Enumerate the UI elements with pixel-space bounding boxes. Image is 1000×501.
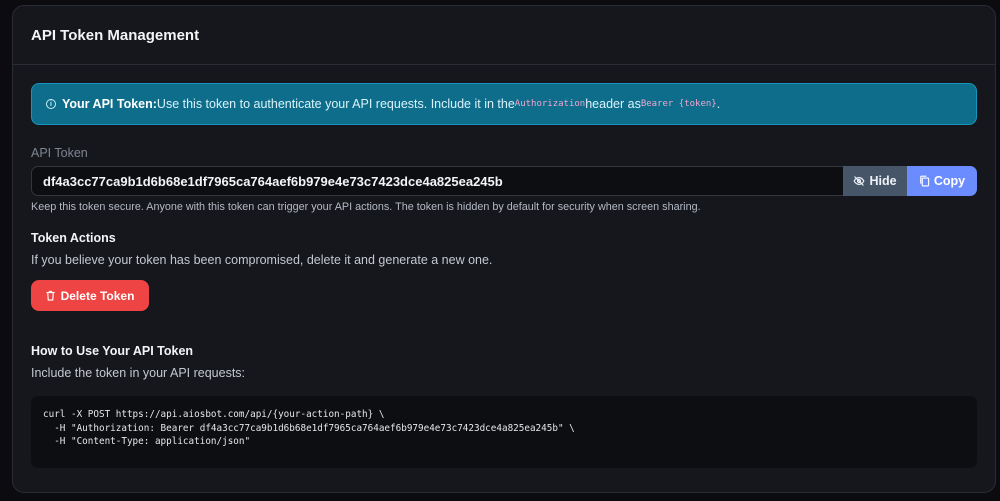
alert-text-middle: header as: [585, 97, 641, 111]
code-line: -H "Content-Type: application/json": [43, 436, 251, 447]
delete-button-label: Delete Token: [60, 288, 135, 303]
alert-lead: Your API Token:: [62, 97, 157, 111]
api-token-label: API Token: [31, 146, 88, 160]
usage-section: How to Use Your API Token Include the to…: [31, 344, 977, 468]
token-input-group: Hide Copy: [31, 166, 977, 196]
card-header: API Token Management: [13, 6, 995, 65]
usage-title: How to Use Your API Token: [31, 344, 194, 358]
eye-slash-icon: [853, 175, 866, 187]
code-line: -H "Authorization: Bearer df4a3cc77ca9b1…: [43, 422, 575, 434]
copy-button-label: Copy: [933, 174, 966, 188]
copy-icon: [919, 175, 930, 187]
delete-token-button[interactable]: Delete Token: [31, 280, 149, 311]
api-token-input[interactable]: [31, 166, 843, 196]
code-line: curl -X POST https://api.aiosbot.com/api…: [43, 409, 385, 420]
hide-token-button[interactable]: Hide: [843, 166, 907, 196]
curl-example-code: curl -X POST https://api.aiosbot.com/api…: [31, 396, 977, 468]
token-actions-description: If you believe your token has been compr…: [31, 253, 493, 267]
bearer-code: Bearer {token}: [640, 99, 717, 109]
alert-text-before: Use this token to authenticate your API …: [156, 97, 515, 111]
hide-button-label: Hide: [869, 174, 897, 188]
usage-description: Include the token in your API requests:: [31, 366, 246, 380]
token-actions-title: Token Actions: [31, 231, 116, 245]
api-token-card: API Token Management i Your API Token: U…: [12, 5, 996, 493]
alert-text-end: .: [716, 97, 721, 111]
card-title: API Token Management: [31, 26, 200, 44]
copy-token-button[interactable]: Copy: [907, 166, 977, 196]
trash-icon: [45, 290, 55, 301]
info-alert: i Your API Token: Use this token to auth…: [31, 83, 977, 125]
card-body: i Your API Token: Use this token to auth…: [13, 65, 995, 468]
info-icon: i: [46, 99, 56, 109]
token-help-text: Keep this token secure. Anyone with this…: [31, 201, 701, 213]
token-actions-section: Token Actions If you believe your token …: [31, 231, 977, 311]
authorization-code: Authorization: [514, 99, 586, 109]
